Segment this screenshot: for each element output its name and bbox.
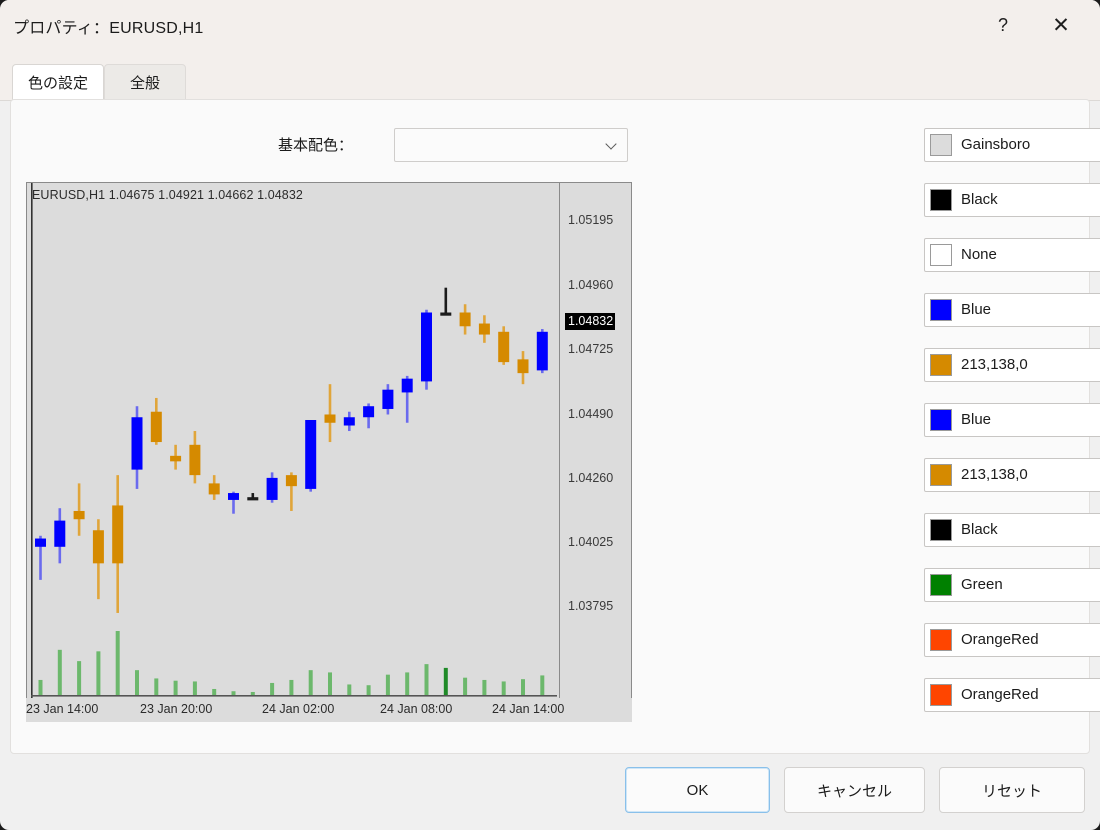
color-swatch bbox=[930, 629, 952, 651]
tab-strip: 色の設定 全般 bbox=[0, 50, 1100, 101]
color-combobox[interactable]: Black bbox=[924, 183, 1100, 217]
price-tick-label: 1.04960 bbox=[568, 277, 614, 292]
help-icon[interactable]: ? bbox=[976, 0, 1030, 50]
tab-color-settings[interactable]: 色の設定 bbox=[12, 64, 104, 100]
price-axis bbox=[560, 182, 632, 722]
color-setting-row: 背景色：Gainsboro bbox=[712, 128, 1100, 162]
color-combobox[interactable]: Gainsboro bbox=[924, 128, 1100, 162]
color-setting-row: ラインチャート：Black bbox=[712, 513, 1100, 547]
cancel-button[interactable]: キャンセル bbox=[784, 767, 925, 813]
color-combobox[interactable]: OrangeRed bbox=[924, 678, 1100, 712]
candlestick-chart bbox=[31, 183, 557, 721]
color-value-text: Blue bbox=[961, 301, 992, 318]
color-combobox[interactable]: OrangeRed bbox=[924, 623, 1100, 657]
time-tick-label: 23 Jan 14:00 bbox=[26, 702, 99, 716]
time-tick-label: 24 Jan 14:00 bbox=[492, 702, 565, 716]
properties-dialog: プロパティ：EURUSD,H1 ? ✕ 色の設定 全般 基本配色： EURUSD… bbox=[0, 0, 1100, 830]
color-setting-row: ストップ・レベル：OrangeRed bbox=[712, 678, 1100, 712]
reset-button[interactable]: リセット bbox=[939, 767, 1085, 813]
time-tick-label: 24 Jan 08:00 bbox=[380, 702, 453, 716]
color-combobox[interactable]: 213,138,0 bbox=[924, 458, 1100, 492]
color-swatch bbox=[930, 189, 952, 211]
price-tick-label: 1.04260 bbox=[568, 470, 614, 485]
color-value-text: OrangeRed bbox=[961, 686, 1039, 703]
color-value-text: Black bbox=[961, 521, 998, 538]
color-setting-row: 出来高：Green bbox=[712, 568, 1100, 602]
price-tick-label: 1.04725 bbox=[568, 342, 614, 357]
chart-title: EURUSD,H1 1.04675 1.04921 1.04662 1.0483… bbox=[32, 188, 303, 202]
color-setting-row: 前景色：Black bbox=[712, 183, 1100, 217]
color-value-text: 213,138,0 bbox=[961, 356, 1028, 373]
color-setting-row: 下降バー：213,138,0 bbox=[712, 348, 1100, 382]
price-tick-label: 1.04490 bbox=[568, 407, 614, 422]
color-value-text: None bbox=[961, 246, 997, 263]
color-combobox[interactable]: Blue bbox=[924, 293, 1100, 327]
price-tick-label: 1.04025 bbox=[568, 535, 614, 550]
chevron-down-icon bbox=[607, 140, 618, 151]
color-value-text: 213,138,0 bbox=[961, 466, 1028, 483]
color-combobox[interactable]: 213,138,0 bbox=[924, 348, 1100, 382]
color-swatch bbox=[930, 519, 952, 541]
close-icon[interactable]: ✕ bbox=[1034, 0, 1088, 50]
color-setting-row: 下降ロウソク足：213,138,0 bbox=[712, 458, 1100, 492]
color-swatch bbox=[930, 299, 952, 321]
color-combobox[interactable]: Green bbox=[924, 568, 1100, 602]
color-combobox[interactable]: Black bbox=[924, 513, 1100, 547]
color-setting-row: 上昇ロウソク足：Blue bbox=[712, 403, 1100, 437]
color-value-text: Black bbox=[961, 191, 998, 208]
ok-button[interactable]: OK bbox=[625, 767, 770, 813]
title-bar: プロパティ：EURUSD,H1 ? ✕ bbox=[0, 0, 1100, 50]
dialog-title: プロパティ：EURUSD,H1 bbox=[13, 20, 204, 37]
scheme-combobox[interactable] bbox=[394, 128, 628, 162]
chart-preview bbox=[26, 182, 560, 722]
color-value-text: OrangeRed bbox=[961, 631, 1039, 648]
color-combobox[interactable]: Blue bbox=[924, 403, 1100, 437]
color-setting-row: グリッド：None bbox=[712, 238, 1100, 272]
price-tick-label: 1.03795 bbox=[568, 598, 614, 613]
current-price-label: 1.04832 bbox=[565, 312, 616, 330]
color-value-text: Blue bbox=[961, 411, 992, 428]
color-value-text: Gainsboro bbox=[961, 136, 1031, 153]
color-swatch bbox=[930, 134, 952, 156]
color-value-text: Green bbox=[961, 576, 1003, 593]
color-swatch bbox=[930, 574, 952, 596]
color-swatch bbox=[930, 409, 952, 431]
color-swatch bbox=[930, 464, 952, 486]
color-setting-row: 上昇バー：Blue bbox=[712, 293, 1100, 327]
color-combobox[interactable]: None bbox=[924, 238, 1100, 272]
time-tick-label: 24 Jan 02:00 bbox=[262, 702, 335, 716]
scheme-label: 基本配色： bbox=[278, 137, 354, 154]
color-swatch bbox=[930, 244, 952, 266]
color-setting-row: Askのライン：OrangeRed bbox=[712, 623, 1100, 657]
price-tick-label: 1.05195 bbox=[568, 212, 614, 227]
tab-general[interactable]: 全般 bbox=[104, 64, 186, 100]
color-swatch bbox=[930, 354, 952, 376]
time-tick-label: 23 Jan 20:00 bbox=[140, 702, 213, 716]
color-swatch bbox=[930, 684, 952, 706]
